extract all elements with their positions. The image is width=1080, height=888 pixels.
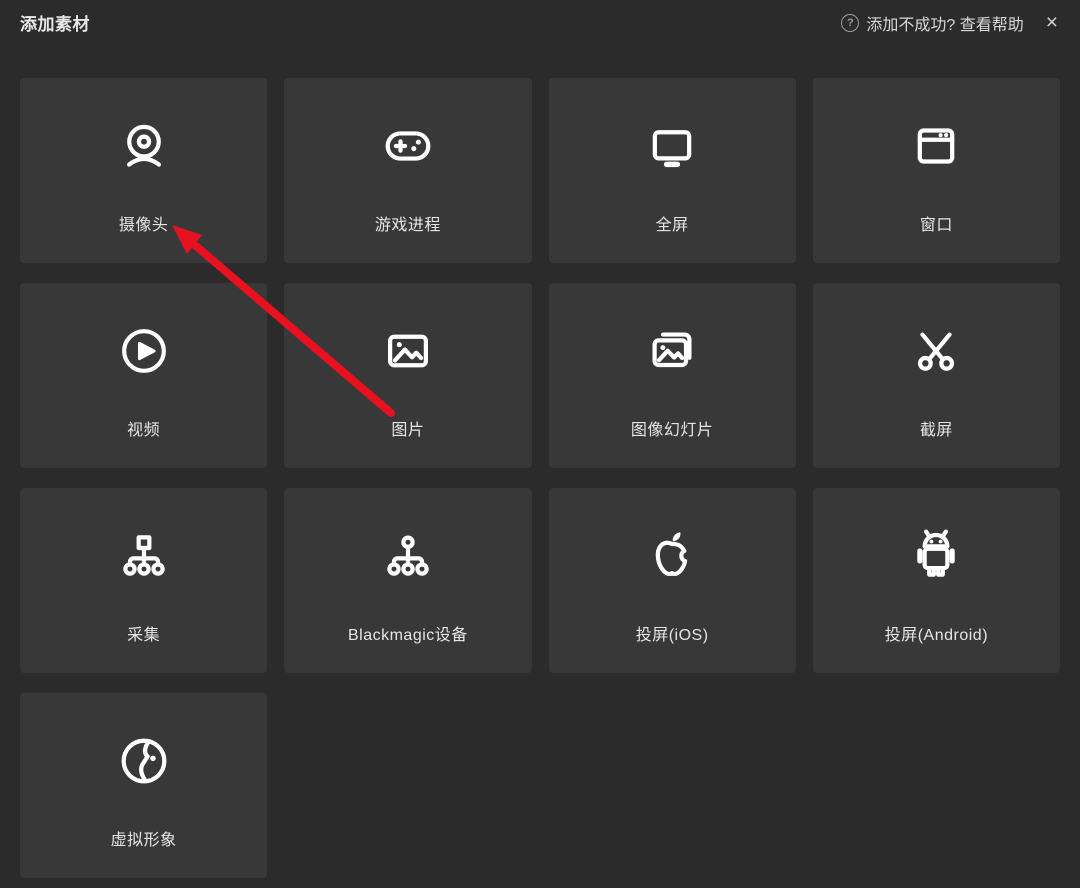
- source-grid: 摄像头 游戏进程 全屏 窗口视频 图片 图像幻灯片 截屏采集 Blackmagic设备 投屏(i…: [20, 78, 1060, 878]
- capture-tree-icon: [115, 527, 173, 585]
- tile-label: 虚拟形象: [111, 826, 177, 850]
- tile-virtual-avatar[interactable]: 虚拟形象: [20, 693, 267, 878]
- help-link-label: 添加不成功? 查看帮助: [866, 11, 1023, 35]
- play-circle-icon: [115, 322, 173, 380]
- tile-slideshow[interactable]: 图像幻灯片: [549, 283, 796, 468]
- dialog-title: 添加素材: [20, 10, 90, 35]
- slideshow-icon: [643, 322, 701, 380]
- window-icon: [907, 117, 965, 175]
- scissors-icon: [907, 322, 965, 380]
- monitor-icon: [643, 117, 701, 175]
- tile-android[interactable]: 投屏(Android): [813, 488, 1060, 673]
- tile-label: 投屏(iOS): [636, 621, 709, 645]
- tile-play-circle[interactable]: 视频: [20, 283, 267, 468]
- tile-label: 截屏: [920, 416, 953, 440]
- tile-window[interactable]: 窗口: [813, 78, 1060, 263]
- help-link[interactable]: ? 添加不成功? 查看帮助: [841, 11, 1023, 35]
- tile-apple[interactable]: 投屏(iOS): [549, 488, 796, 673]
- tile-label: 采集: [127, 621, 160, 645]
- tile-gamepad[interactable]: 游戏进程: [284, 78, 531, 263]
- tile-label: 视频: [127, 416, 160, 440]
- close-icon[interactable]: ×: [1042, 10, 1062, 35]
- android-icon: [907, 527, 965, 585]
- dialog-titlebar: 添加素材 ? 添加不成功? 查看帮助 ×: [0, 0, 1080, 45]
- tile-label: 图片: [391, 416, 424, 440]
- tile-image[interactable]: 图片: [284, 283, 531, 468]
- tile-label: 游戏进程: [375, 211, 441, 235]
- tile-monitor[interactable]: 全屏: [549, 78, 796, 263]
- tile-label: 图像幻灯片: [631, 416, 714, 440]
- image-icon: [379, 322, 437, 380]
- tile-blackmagic-tree[interactable]: Blackmagic设备: [284, 488, 531, 673]
- tile-webcam[interactable]: 摄像头: [20, 78, 267, 263]
- tile-label: 摄像头: [119, 211, 169, 235]
- gamepad-icon: [379, 117, 437, 175]
- tile-scissors[interactable]: 截屏: [813, 283, 1060, 468]
- tile-label: 窗口: [920, 211, 953, 235]
- help-question-icon: ?: [841, 14, 859, 32]
- tile-label: 投屏(Android): [885, 621, 988, 645]
- tile-label: 全屏: [656, 211, 689, 235]
- apple-icon: [643, 527, 701, 585]
- virtual-avatar-icon: [115, 732, 173, 790]
- tile-capture-tree[interactable]: 采集: [20, 488, 267, 673]
- titlebar-actions: ? 添加不成功? 查看帮助 ×: [841, 10, 1062, 35]
- tile-label: Blackmagic设备: [348, 621, 468, 645]
- blackmagic-tree-icon: [379, 527, 437, 585]
- webcam-icon: [115, 117, 173, 175]
